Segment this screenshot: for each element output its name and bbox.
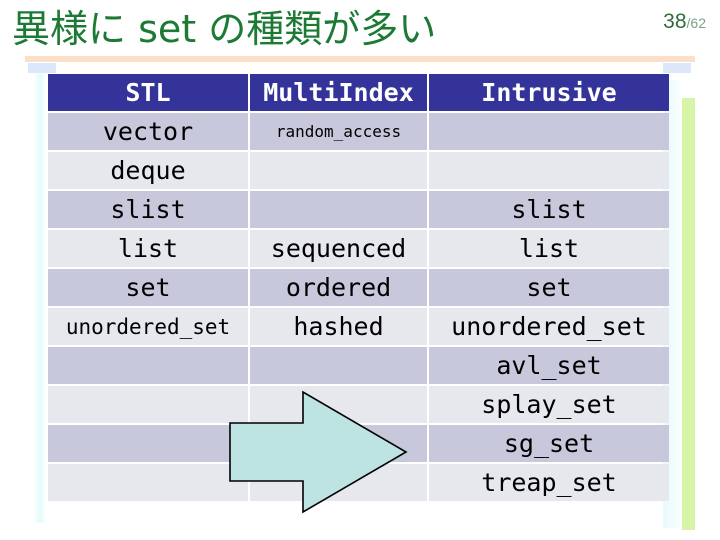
table-row: set ordered set [48, 269, 669, 306]
page-number: 38/62 [663, 10, 706, 34]
cell-multiindex: sequenced [250, 230, 427, 267]
cell-stl [48, 347, 248, 384]
cell-intrusive [429, 113, 669, 150]
table-body: vector random_access deque slist slist list se… [48, 113, 669, 501]
cell-stl: slist [48, 191, 248, 228]
table-row: unordered_set hashed unordered_set [48, 308, 669, 345]
cell-stl: vector [48, 113, 248, 150]
page-number-current: 38 [663, 10, 687, 33]
cell-intrusive: treap_set [429, 464, 669, 501]
cell-stl [48, 386, 248, 423]
cell-intrusive: slist [429, 191, 669, 228]
cell-multiindex [250, 152, 427, 189]
column-header-multiindex: MultiIndex [250, 74, 427, 111]
cell-intrusive: splay_set [429, 386, 669, 423]
table-row: vector random_access [48, 113, 669, 150]
cell-multiindex: hashed [250, 308, 427, 345]
cell-intrusive [429, 152, 669, 189]
cell-intrusive: avl_set [429, 347, 669, 384]
table-header-row: STL MultiIndex Intrusive [48, 74, 669, 111]
cell-multiindex [250, 464, 427, 501]
table-row: splay_set [48, 386, 669, 423]
page-number-total: /62 [686, 15, 706, 31]
cell-stl [48, 425, 248, 462]
cell-intrusive: sg_set [429, 425, 669, 462]
table-row: avl_set [48, 347, 669, 384]
table-row: sg_set [48, 425, 669, 462]
table-row: deque [48, 152, 669, 189]
slide-canvas: 異様に set の種類が多い 38/62 STL MultiIndex Intr… [0, 0, 720, 540]
title-divider [25, 56, 695, 62]
cell-stl: unordered_set [48, 308, 248, 345]
cell-stl: list [48, 230, 248, 267]
cell-multiindex: random_access [250, 113, 427, 150]
decor-bar-green [682, 98, 695, 530]
cell-multiindex: ordered [250, 269, 427, 306]
cell-multiindex [250, 386, 427, 423]
table-row: slist slist [48, 191, 669, 228]
column-header-intrusive: Intrusive [429, 74, 669, 111]
cell-stl [48, 464, 248, 501]
cell-intrusive: unordered_set [429, 308, 669, 345]
page-title: 異様に set の種類が多い [12, 7, 437, 51]
cell-stl: deque [48, 152, 248, 189]
cell-stl: set [48, 269, 248, 306]
column-header-stl: STL [48, 74, 248, 111]
cell-intrusive: list [429, 230, 669, 267]
cell-multiindex [250, 347, 427, 384]
cell-multiindex [250, 425, 427, 462]
table-row: treap_set [48, 464, 669, 501]
container-comparison-table: STL MultiIndex Intrusive vector random_ac… [46, 72, 671, 503]
cell-intrusive: set [429, 269, 669, 306]
cell-multiindex [250, 191, 427, 228]
decor-glow-left [33, 73, 45, 523]
table-row: list sequenced list [48, 230, 669, 267]
